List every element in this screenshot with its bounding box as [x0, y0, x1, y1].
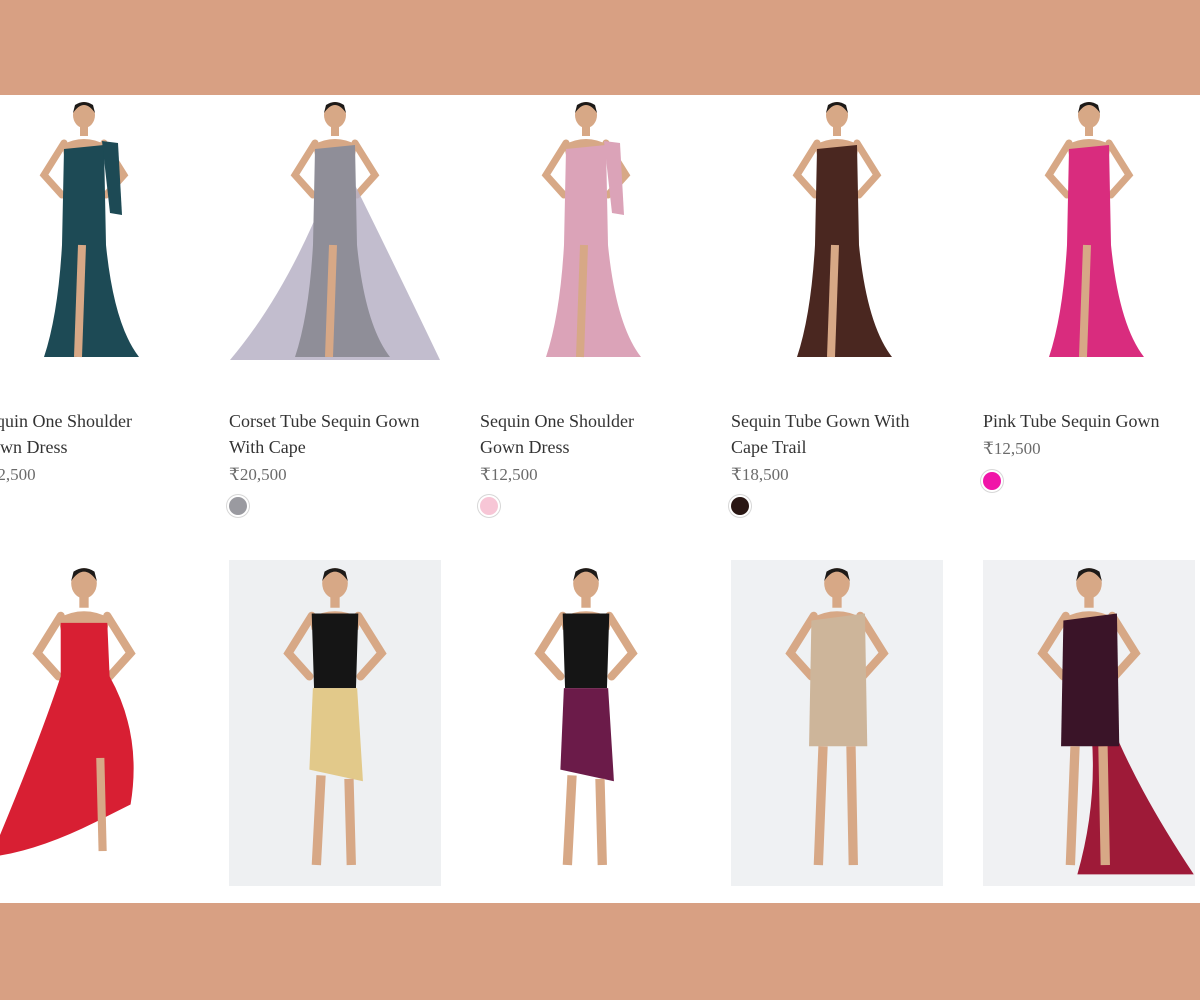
product-image[interactable] — [0, 95, 190, 375]
model-neck — [832, 596, 842, 608]
product-price: ₹12,500 — [983, 439, 1041, 458]
model-neck — [80, 126, 88, 136]
dress-body — [809, 613, 868, 747]
dress-skirt — [560, 688, 614, 782]
color-swatch[interactable] — [983, 472, 1001, 490]
product-price: ₹18,500 — [731, 465, 789, 484]
product-photo — [983, 560, 1195, 886]
product-image[interactable] — [731, 560, 943, 886]
product-image[interactable] — [229, 560, 441, 886]
model-leg — [325, 244, 337, 358]
product-title[interactable]: Sequin One ShoulderGown Dress — [480, 408, 710, 460]
model-neck — [833, 126, 841, 136]
model-neck — [581, 596, 591, 608]
model-leg — [827, 244, 839, 358]
product-image[interactable] — [0, 560, 190, 886]
dress-top — [562, 613, 610, 689]
dress-skirt — [309, 688, 363, 782]
model-neck — [1085, 126, 1093, 136]
product-title[interactable]: Corset Tube Sequin Gown With Cape — [229, 408, 459, 460]
product-price: ₹12,500 — [0, 465, 36, 484]
model-leg — [1079, 244, 1091, 358]
top-band — [0, 0, 1200, 95]
product-image[interactable] — [731, 95, 943, 375]
product-price: ₹12,500 — [480, 465, 538, 484]
color-swatch[interactable] — [229, 497, 247, 515]
product-photo — [731, 560, 943, 886]
product-photo — [229, 560, 441, 886]
product-price: ₹20,500 — [229, 465, 287, 484]
product-photo — [229, 95, 441, 375]
product-photo — [0, 560, 190, 886]
product-image[interactable] — [983, 95, 1195, 375]
product-title[interactable]: Pink Tube Sequin Gown — [983, 408, 1200, 434]
product-title[interactable]: Sequin One ShoulderGown Dress — [0, 408, 208, 460]
product-image[interactable] — [480, 560, 692, 886]
color-swatch[interactable] — [731, 497, 749, 515]
model-leg — [74, 244, 86, 358]
model-neck — [1084, 596, 1094, 608]
dress-top — [311, 613, 359, 689]
product-title[interactable]: Sequin Tube Gown With Cape Trail — [731, 408, 961, 460]
bottom-band — [0, 903, 1200, 1000]
model-neck — [330, 596, 340, 608]
product-grid: Sequin One ShoulderGown Dress ₹12,500 Co… — [0, 95, 1200, 903]
model-leg — [96, 757, 107, 852]
product-photo — [480, 560, 692, 886]
product-photo — [983, 95, 1195, 375]
color-swatch[interactable] — [480, 497, 498, 515]
product-photo — [0, 95, 190, 375]
dress-body — [1061, 613, 1120, 747]
model-neck — [582, 126, 590, 136]
product-image[interactable] — [229, 95, 441, 375]
model-neck — [331, 126, 339, 136]
product-image[interactable] — [480, 95, 692, 375]
product-photo — [731, 95, 943, 375]
model-neck — [79, 596, 89, 608]
product-photo — [480, 95, 692, 375]
model-leg — [576, 244, 588, 358]
product-image[interactable] — [983, 560, 1195, 886]
